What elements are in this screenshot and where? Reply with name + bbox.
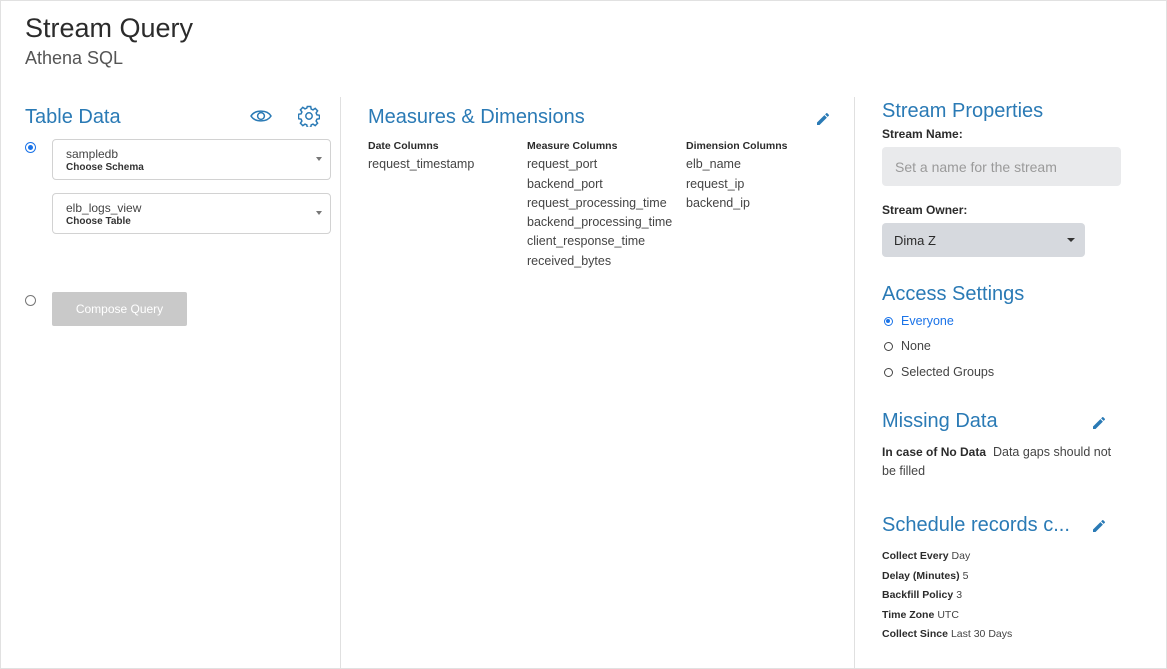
- edit-missing-data-icon[interactable]: [1090, 414, 1108, 432]
- date-columns-header: Date Columns: [368, 140, 439, 152]
- stream-owner-value: Dima Z: [894, 233, 936, 248]
- dimension-columns-header: Dimension Columns: [686, 140, 788, 152]
- measure-column-item: received_bytes: [527, 254, 612, 268]
- table-hint: Choose Table: [66, 216, 131, 227]
- schedule-row: Time Zone UTC: [882, 609, 959, 621]
- missing-data-title: Missing Data: [882, 410, 998, 432]
- schema-value: sampledb: [66, 147, 119, 161]
- column-divider: [340, 97, 341, 669]
- measure-column-item: client_response_time: [527, 234, 646, 248]
- radio-icon: [884, 367, 893, 377]
- dimension-column-item: request_ip: [686, 177, 745, 191]
- schedule-value: UTC: [937, 609, 959, 621]
- compose-query-radio[interactable]: [25, 295, 36, 306]
- chevron-down-icon: [1067, 238, 1075, 242]
- schedule-row: Delay (Minutes) 5: [882, 570, 968, 582]
- schedule-row: Collect Since Last 30 Days: [882, 628, 1012, 640]
- schedule-key: Collect Since: [882, 628, 948, 640]
- stream-name-input[interactable]: [882, 147, 1121, 186]
- eye-icon[interactable]: [249, 105, 273, 127]
- measure-column-item: backend_port: [527, 177, 603, 191]
- table-select[interactable]: elb_logs_view Choose Table: [52, 193, 331, 234]
- access-option-none[interactable]: None: [884, 339, 931, 353]
- schedule-row: Backfill Policy 3: [882, 589, 962, 601]
- gear-icon[interactable]: [297, 104, 321, 128]
- schedule-row: Collect Every Day: [882, 550, 970, 562]
- access-settings-title: Access Settings: [882, 283, 1025, 305]
- measures-title: Measures & Dimensions: [368, 106, 585, 128]
- measure-column-item: request_processing_time: [527, 196, 667, 210]
- dimension-column-item: backend_ip: [686, 196, 750, 210]
- use-table-radio[interactable]: [25, 142, 36, 153]
- schedule-key: Backfill Policy: [882, 589, 954, 601]
- edit-schedule-icon[interactable]: [1090, 517, 1108, 535]
- schedule-key: Collect Every: [882, 550, 949, 562]
- schedule-value: Day: [951, 550, 971, 562]
- schema-select[interactable]: sampledb Choose Schema: [52, 139, 331, 180]
- stream-name-label: Stream Name:: [882, 127, 963, 141]
- column-divider: [854, 97, 855, 669]
- table-data-title: Table Data: [25, 106, 121, 128]
- edit-measures-icon[interactable]: [814, 110, 832, 128]
- schedule-value: Last 30 Days: [950, 628, 1013, 640]
- page-title: Stream Query: [25, 13, 194, 43]
- compose-query-button[interactable]: Compose Query: [52, 292, 187, 326]
- access-option-selected-groups[interactable]: Selected Groups: [884, 365, 994, 379]
- schema-hint: Choose Schema: [66, 162, 144, 173]
- stream-owner-select[interactable]: Dima Z: [882, 223, 1085, 257]
- date-column-item: request_timestamp: [368, 157, 475, 171]
- schedule-value: 3: [956, 589, 963, 601]
- schedule-title: Schedule records c...: [882, 514, 1070, 536]
- stream-owner-label: Stream Owner:: [882, 203, 968, 217]
- access-option-label: None: [901, 339, 931, 353]
- access-option-label: Selected Groups: [901, 365, 995, 379]
- chevron-down-icon: [316, 157, 322, 161]
- schedule-key: Delay (Minutes): [882, 570, 960, 582]
- page-subtitle: Athena SQL: [25, 48, 124, 68]
- measure-column-item: request_port: [527, 157, 598, 171]
- radio-icon: [884, 341, 893, 351]
- access-option-label: Everyone: [901, 314, 954, 328]
- dimension-column-item: elb_name: [686, 157, 741, 171]
- chevron-down-icon: [316, 211, 322, 215]
- missing-data-text: In case of No Data Data gaps should not …: [882, 443, 1122, 481]
- schedule-value: 5: [962, 570, 969, 582]
- radio-selected-icon: [884, 316, 893, 326]
- measure-column-item: backend_processing_time: [527, 215, 673, 229]
- missing-data-label: In case of No Data: [882, 445, 987, 459]
- access-option-everyone[interactable]: Everyone: [884, 314, 954, 328]
- table-value: elb_logs_view: [66, 201, 142, 215]
- measure-columns-header: Measure Columns: [527, 140, 618, 152]
- stream-properties-title: Stream Properties: [882, 100, 1044, 122]
- schedule-key: Time Zone: [882, 609, 935, 621]
